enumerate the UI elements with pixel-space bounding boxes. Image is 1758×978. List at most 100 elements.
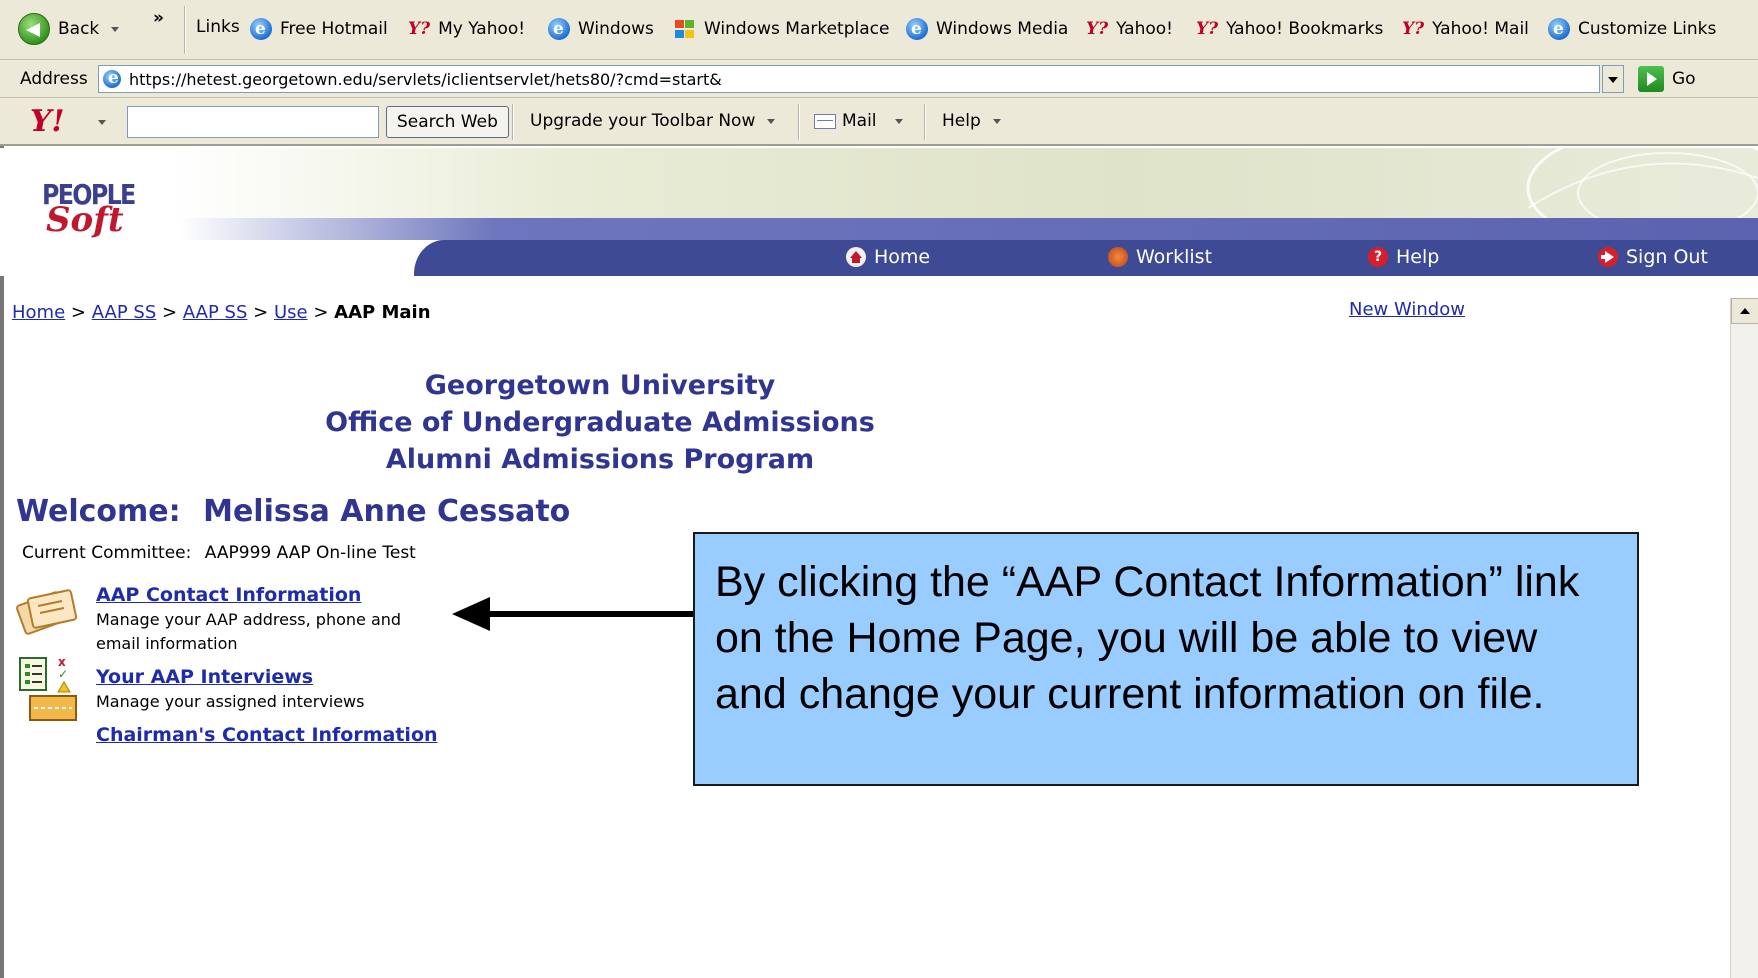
mail-label: Mail [842, 111, 877, 131]
link-free-hotmail[interactable]: Free Hotmail [250, 16, 388, 42]
mail-icon [814, 113, 836, 129]
globe-decoration-icon [1526, 148, 1758, 218]
annotation-arrow-line [482, 611, 694, 617]
link-label: Yahoo! [1116, 19, 1173, 39]
search-web-button[interactable]: Search Web [386, 106, 509, 138]
nav-worklist[interactable]: Worklist [1108, 246, 1212, 268]
ie-icon [250, 16, 272, 42]
breadcrumb-use[interactable]: Use [274, 302, 308, 323]
separator [184, 6, 186, 54]
link-label: Customize Links [1578, 19, 1717, 39]
upgrade-toolbar-button[interactable]: Upgrade your Toolbar Now [530, 111, 776, 131]
yahoo-search-input[interactable] [127, 106, 379, 138]
more-chevron[interactable]: » [153, 8, 164, 28]
link-label: Yahoo! Mail [1432, 19, 1529, 39]
ie-icon [906, 16, 928, 42]
address-toolbar: Address https://hetest.georgetown.edu/se… [0, 60, 1758, 98]
back-button[interactable]: Back [18, 12, 120, 46]
help-icon: ? [1368, 247, 1388, 267]
sign-out-icon [1598, 247, 1618, 267]
scroll-up-button[interactable] [1731, 298, 1758, 324]
link-yahoo-mail[interactable]: Y? Yahoo! Mail [1402, 16, 1529, 42]
your-aap-interviews-link[interactable]: Your AAP Interviews [96, 666, 313, 688]
current-committee: Current Committee: AAP999 AAP On-line Te… [22, 543, 416, 563]
help-menu-button[interactable]: Help [942, 111, 1001, 131]
chairmans-contact-information-link[interactable]: Chairman's Contact Information [96, 724, 438, 746]
annotation-arrow-head-icon [452, 597, 490, 631]
address-input[interactable]: https://hetest.georgetown.edu/servlets/i… [98, 65, 1600, 93]
back-label: Back [58, 19, 100, 39]
link-windows-media[interactable]: Windows Media [906, 16, 1068, 42]
address-dropdown-button[interactable] [1602, 65, 1624, 93]
link-label: Windows Marketplace [704, 19, 890, 39]
breadcrumb-sep: > [253, 302, 269, 323]
breadcrumb-current: AAP Main [334, 302, 431, 323]
breadcrumb-home[interactable]: Home [12, 302, 65, 323]
help-label: Help [942, 111, 981, 131]
link-label: Windows [578, 19, 654, 39]
home-icon [846, 247, 866, 267]
page-icon [103, 68, 121, 88]
nav-help-label: Help [1396, 246, 1440, 268]
peoplesoft-logo: PEOPLE Soft [42, 178, 151, 240]
aap-contact-information-desc: Manage your AAP address, phone and email… [96, 610, 402, 653]
header-stripe [180, 218, 1758, 240]
yahoo-menu-dropdown-icon[interactable] [98, 120, 106, 125]
nav-sign-out-label: Sign Out [1626, 246, 1708, 268]
yahoo-icon: Y? [1402, 19, 1425, 39]
welcome-line: Welcome: Melissa Anne Cessato [16, 494, 570, 529]
back-dropdown-icon[interactable] [111, 26, 120, 32]
breadcrumb-sep: > [162, 302, 178, 323]
chevron-down-icon [767, 118, 776, 124]
nav-home[interactable]: Home [846, 246, 930, 268]
separator [924, 104, 926, 140]
link-label: Yahoo! Bookmarks [1226, 19, 1384, 39]
links-label: Links [196, 17, 240, 37]
nav-help[interactable]: ? Help [1368, 246, 1439, 268]
ie-icon [548, 16, 570, 42]
heading-university: Georgetown University [424, 370, 776, 401]
mail-button[interactable]: Mail [814, 111, 903, 131]
screen: Back » Links Free Hotmail Y? My Yahoo! W… [0, 0, 1758, 978]
link-customize-links[interactable]: Customize Links [1548, 16, 1716, 42]
link-windows[interactable]: Windows [548, 16, 654, 42]
heading-program: Alumni Admissions Program [385, 444, 815, 475]
link-yahoo-bookmarks[interactable]: Y? Yahoo! Bookmarks [1196, 16, 1383, 42]
breadcrumb-aap-ss[interactable]: AAP SS [92, 302, 157, 323]
breadcrumb-sep: > [313, 302, 329, 323]
link-label: Windows Media [936, 19, 1069, 39]
breadcrumb-sep: > [70, 302, 86, 323]
your-aap-interviews-desc: Manage your assigned interviews [96, 692, 365, 711]
link-my-yahoo[interactable]: Y? My Yahoo! [408, 16, 525, 42]
links-toolbar: Back » Links Free Hotmail Y? My Yahoo! W… [0, 0, 1758, 60]
breadcrumb-aap-ss-2[interactable]: AAP SS [183, 302, 248, 323]
aap-contact-information-link[interactable]: AAP Contact Information [96, 584, 361, 606]
back-arrow-icon [18, 13, 50, 45]
header-band [170, 148, 1758, 218]
nav-worklist-label: Worklist [1136, 246, 1213, 268]
vertical-scrollbar[interactable] [1730, 298, 1758, 978]
link-yahoo[interactable]: Y? Yahoo! [1086, 16, 1173, 42]
new-window-link[interactable]: New Window [1349, 299, 1465, 320]
go-label: Go [1672, 69, 1696, 89]
url-text: https://hetest.georgetown.edu/servlets/i… [129, 69, 722, 89]
separator [798, 104, 800, 140]
committee-label: Current Committee: [22, 543, 192, 563]
yahoo-icon: Y? [1196, 19, 1219, 39]
link-label: My Yahoo! [438, 19, 526, 39]
chevron-down-icon [894, 118, 903, 124]
svg-text:✓: ✓ [58, 667, 68, 681]
yahoo-logo-icon[interactable]: Y! [30, 104, 65, 139]
go-button[interactable]: Go [1638, 66, 1696, 92]
nav-home-label: Home [874, 246, 931, 268]
nav-sign-out[interactable]: Sign Out [1598, 246, 1708, 268]
windows-logo-icon [674, 19, 696, 39]
yahoo-icon: Y? [408, 19, 431, 39]
peoplesoft-header: PEOPLE Soft Home Worklist ? Help Sign Ou… [0, 148, 1758, 276]
yahoo-toolbar: Y! Search Web Upgrade your Toolbar Now M… [0, 98, 1758, 146]
committee-value: AAP999 AAP On-line Test [204, 543, 416, 563]
upgrade-label: Upgrade your Toolbar Now [530, 111, 756, 131]
address-label: Address [20, 69, 88, 89]
instruction-callout: By clicking the “AAP Contact Information… [693, 532, 1639, 786]
link-windows-marketplace[interactable]: Windows Marketplace [674, 16, 889, 42]
